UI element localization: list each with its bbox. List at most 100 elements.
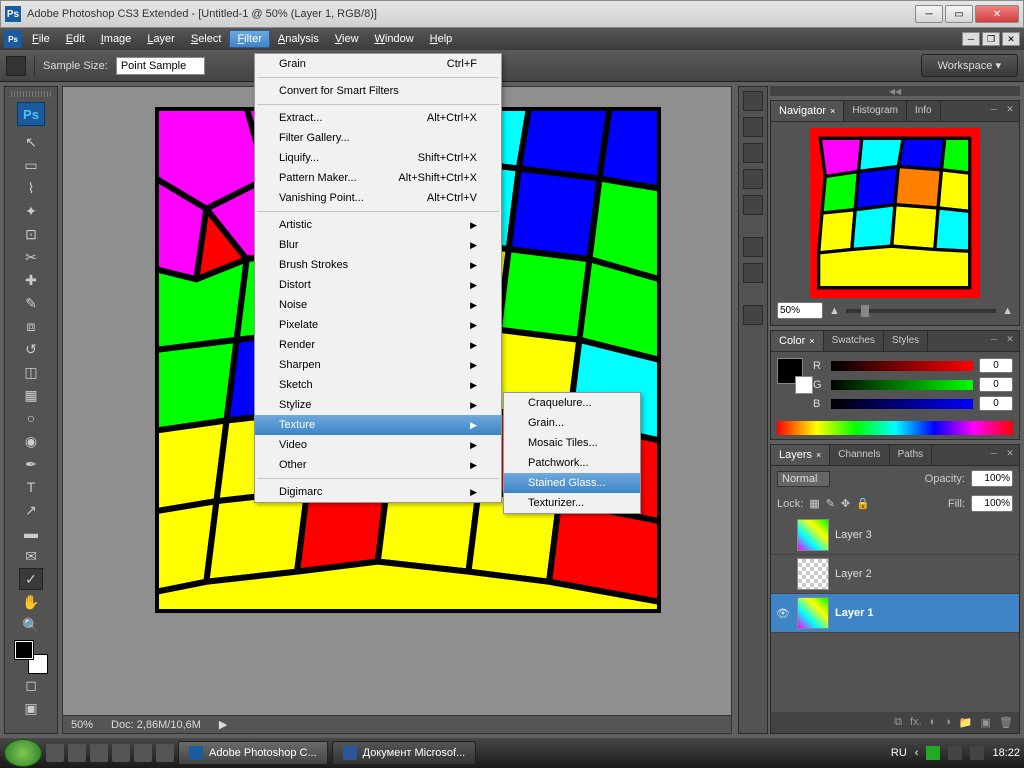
- filter-item-video[interactable]: Video▶: [255, 435, 501, 455]
- fill-input[interactable]: [971, 495, 1013, 512]
- menu-layer[interactable]: Layer: [139, 30, 183, 48]
- pen-tool[interactable]: ✒: [19, 453, 43, 475]
- filter-item-other[interactable]: Other▶: [255, 455, 501, 475]
- quicklaunch-icon[interactable]: [90, 744, 108, 762]
- stamp-tool[interactable]: ⧈: [19, 315, 43, 337]
- new-layer-icon[interactable]: ▣: [981, 716, 991, 729]
- r-slider[interactable]: [831, 361, 973, 371]
- layer-row[interactable]: Layer 2: [771, 555, 1019, 594]
- navigator-thumbnail[interactable]: [810, 128, 980, 298]
- layer-fx-icon[interactable]: fx.: [910, 716, 922, 729]
- workspace-button[interactable]: Workspace ▾: [921, 54, 1018, 77]
- zoom-level[interactable]: 50%: [71, 719, 93, 731]
- gradient-tool[interactable]: ▦: [19, 384, 43, 406]
- eyedropper-icon[interactable]: [6, 56, 26, 76]
- tab-swatches[interactable]: Swatches: [824, 331, 884, 351]
- foreground-swatch[interactable]: [15, 641, 33, 659]
- tab-paths[interactable]: Paths: [890, 445, 933, 465]
- filter-item-blur[interactable]: Blur▶: [255, 235, 501, 255]
- dock-icon[interactable]: [743, 305, 763, 325]
- filter-item-pattern-maker-[interactable]: Pattern Maker...Alt+Shift+Ctrl+X: [255, 168, 501, 188]
- dodge-tool[interactable]: ◉: [19, 430, 43, 452]
- opacity-input[interactable]: [971, 470, 1013, 487]
- b-input[interactable]: [979, 396, 1013, 411]
- layer-visibility-icon[interactable]: [775, 527, 791, 543]
- doc-restore-button[interactable]: ❐: [982, 32, 1000, 46]
- taskbar-app-photoshop[interactable]: Adobe Photoshop C...: [178, 741, 328, 765]
- nav-zoom-slider[interactable]: [846, 309, 996, 313]
- filter-item-pixelate[interactable]: Pixelate▶: [255, 315, 501, 335]
- shape-tool[interactable]: ▬: [19, 522, 43, 544]
- tab-channels[interactable]: Channels: [830, 445, 889, 465]
- window-close-button[interactable]: ✕: [975, 5, 1019, 23]
- nav-zoom-input[interactable]: [777, 302, 823, 319]
- healing-tool[interactable]: ✚: [19, 269, 43, 291]
- zoom-in-icon[interactable]: ▲: [1002, 305, 1013, 317]
- eraser-tool[interactable]: ◫: [19, 361, 43, 383]
- panel-close-icon[interactable]: ✕: [1003, 447, 1017, 459]
- quicklaunch-icon[interactable]: [134, 744, 152, 762]
- texture-item-texturizer-[interactable]: Texturizer...: [504, 493, 640, 513]
- menu-view[interactable]: View: [327, 30, 367, 48]
- doc-minimize-button[interactable]: ─: [962, 32, 980, 46]
- menu-image[interactable]: Image: [93, 30, 140, 48]
- lock-move-icon[interactable]: ✥: [841, 497, 850, 510]
- start-button[interactable]: [4, 739, 42, 767]
- menu-filter[interactable]: Filter: [229, 30, 269, 48]
- color-swatches[interactable]: [15, 641, 47, 673]
- toolbox-grip[interactable]: [11, 91, 51, 97]
- color-bg-swatch[interactable]: [795, 376, 813, 394]
- link-layers-icon[interactable]: ⧉: [894, 716, 902, 729]
- blend-mode-select[interactable]: Normal: [777, 471, 830, 487]
- dock-icon[interactable]: [743, 195, 763, 215]
- blur-tool[interactable]: ○: [19, 407, 43, 429]
- tab-color[interactable]: Color×: [771, 331, 824, 351]
- canvas-area[interactable]: GrainCtrl+FConvert for Smart FiltersExtr…: [62, 86, 732, 734]
- zoom-out-icon[interactable]: ▲: [829, 305, 840, 317]
- brush-tool[interactable]: ✎: [19, 292, 43, 314]
- menu-help[interactable]: Help: [422, 30, 461, 48]
- menu-select[interactable]: Select: [183, 30, 230, 48]
- chevron-right-icon[interactable]: ▶: [219, 718, 227, 731]
- window-maximize-button[interactable]: ▭: [945, 5, 973, 23]
- move-tool[interactable]: ↖: [19, 131, 43, 153]
- clock[interactable]: 18:22: [992, 747, 1020, 759]
- g-input[interactable]: [979, 377, 1013, 392]
- layer-visibility-icon[interactable]: 👁: [775, 605, 791, 621]
- slice-tool[interactable]: ✂: [19, 246, 43, 268]
- wand-tool[interactable]: ✦: [19, 200, 43, 222]
- quicklaunch-icon[interactable]: [112, 744, 130, 762]
- layer-row[interactable]: Layer 3: [771, 516, 1019, 555]
- menu-window[interactable]: Window: [367, 30, 422, 48]
- tray-volume-icon[interactable]: [970, 746, 984, 760]
- filter-item-artistic[interactable]: Artistic▶: [255, 215, 501, 235]
- sample-size-select[interactable]: Point Sample: [116, 57, 205, 75]
- notes-tool[interactable]: ✉: [19, 545, 43, 567]
- filter-item-grain[interactable]: GrainCtrl+F: [255, 54, 501, 74]
- language-indicator[interactable]: RU: [891, 747, 907, 759]
- tab-navigator[interactable]: Navigator×: [771, 101, 844, 121]
- lock-transparency-icon[interactable]: ▦: [809, 497, 819, 510]
- taskbar-app-word[interactable]: Документ Microsof...: [332, 741, 477, 765]
- texture-item-stained-glass-[interactable]: Stained Glass...: [504, 473, 640, 493]
- layer-thumbnail[interactable]: [797, 597, 829, 629]
- layer-thumbnail[interactable]: [797, 558, 829, 590]
- lock-all-icon[interactable]: 🔒: [856, 497, 870, 510]
- texture-item-grain-[interactable]: Grain...: [504, 413, 640, 433]
- tray-icon[interactable]: [926, 746, 940, 760]
- dock-icon[interactable]: [743, 263, 763, 283]
- filter-item-distort[interactable]: Distort▶: [255, 275, 501, 295]
- tab-styles[interactable]: Styles: [884, 331, 928, 351]
- menu-analysis[interactable]: Analysis: [270, 30, 327, 48]
- tab-histogram[interactable]: Histogram: [844, 101, 907, 121]
- layer-thumbnail[interactable]: [797, 519, 829, 551]
- g-slider[interactable]: [831, 380, 973, 390]
- panel-close-icon[interactable]: ✕: [1003, 333, 1017, 345]
- filter-item-extract-[interactable]: Extract...Alt+Ctrl+X: [255, 108, 501, 128]
- filter-item-texture[interactable]: Texture▶: [255, 415, 501, 435]
- menu-edit[interactable]: Edit: [58, 30, 93, 48]
- layer-visibility-icon[interactable]: [775, 566, 791, 582]
- filter-item-liquify-[interactable]: Liquify...Shift+Ctrl+X: [255, 148, 501, 168]
- zoom-tool[interactable]: 🔍: [19, 614, 43, 636]
- window-minimize-button[interactable]: ─: [915, 5, 943, 23]
